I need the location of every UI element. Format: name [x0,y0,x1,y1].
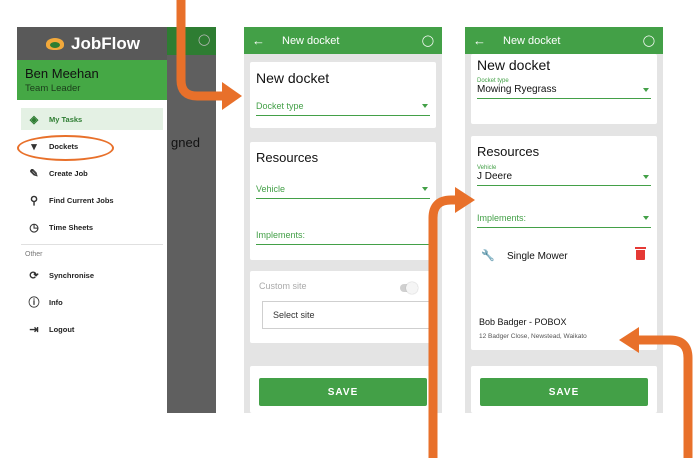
tutorial-figure: ◯ gned JobFlow Ben Meehan Team Leader ◈ … [0,0,697,458]
arrow-head-site [619,327,639,353]
arrow-head-vehicle [455,187,475,213]
arrow-to-docket-type [176,0,224,101]
arrow-head-docket-type [222,82,242,110]
arrow-to-site [636,335,693,458]
annotation-arrows [176,0,693,458]
arrow-to-vehicle [428,195,458,458]
